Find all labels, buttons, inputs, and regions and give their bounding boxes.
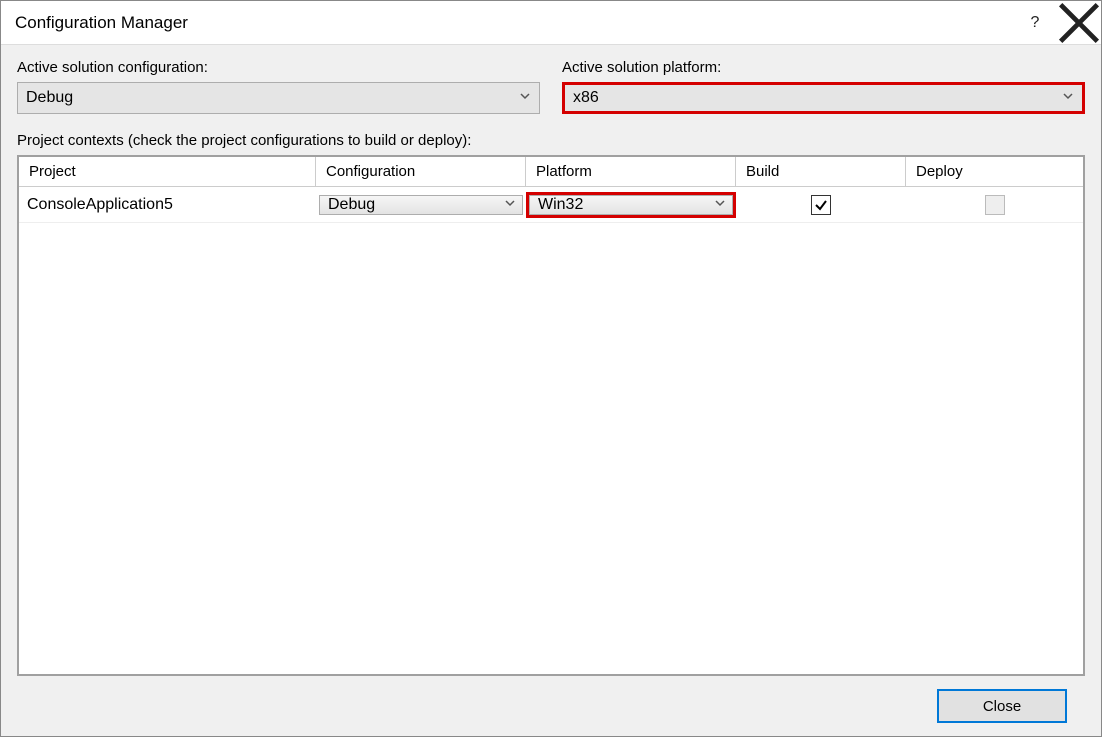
deploy-checkbox — [985, 195, 1005, 215]
col-configuration[interactable]: Configuration — [316, 157, 526, 186]
grid-header: Project Configuration Platform Build Dep… — [19, 157, 1083, 187]
col-project[interactable]: Project — [19, 157, 316, 186]
active-platform-value: x86 — [573, 89, 599, 107]
chevron-down-icon — [1062, 89, 1074, 107]
row-configuration-dropdown[interactable]: Debug — [319, 195, 523, 215]
table-row: ConsoleApplication5 Debug Win32 — [19, 187, 1083, 223]
help-button[interactable]: ? — [1013, 1, 1057, 45]
row-configuration-value: Debug — [328, 196, 375, 214]
chevron-down-icon — [519, 89, 531, 107]
col-deploy[interactable]: Deploy — [906, 157, 1083, 186]
col-platform[interactable]: Platform — [526, 157, 736, 186]
project-name-cell: ConsoleApplication5 — [19, 187, 316, 222]
active-config-value: Debug — [26, 89, 73, 107]
build-checkbox[interactable] — [811, 195, 831, 215]
col-build[interactable]: Build — [736, 157, 906, 186]
active-config-dropdown[interactable]: Debug — [17, 82, 540, 114]
window-title: Configuration Manager — [15, 13, 1013, 33]
active-config-label: Active solution configuration: — [17, 59, 540, 76]
active-platform-label: Active solution platform: — [562, 59, 1085, 76]
project-contexts-label: Project contexts (check the project conf… — [17, 132, 1085, 149]
chevron-down-icon — [714, 196, 726, 214]
project-contexts-grid: Project Configuration Platform Build Dep… — [17, 155, 1085, 676]
active-platform-dropdown[interactable]: x86 — [562, 82, 1085, 114]
row-platform-value: Win32 — [538, 196, 583, 214]
row-platform-dropdown[interactable]: Win32 — [529, 195, 733, 215]
close-button[interactable]: Close — [937, 689, 1067, 723]
title-bar: Configuration Manager ? — [1, 1, 1101, 45]
chevron-down-icon — [504, 196, 516, 214]
close-icon[interactable] — [1057, 1, 1101, 45]
